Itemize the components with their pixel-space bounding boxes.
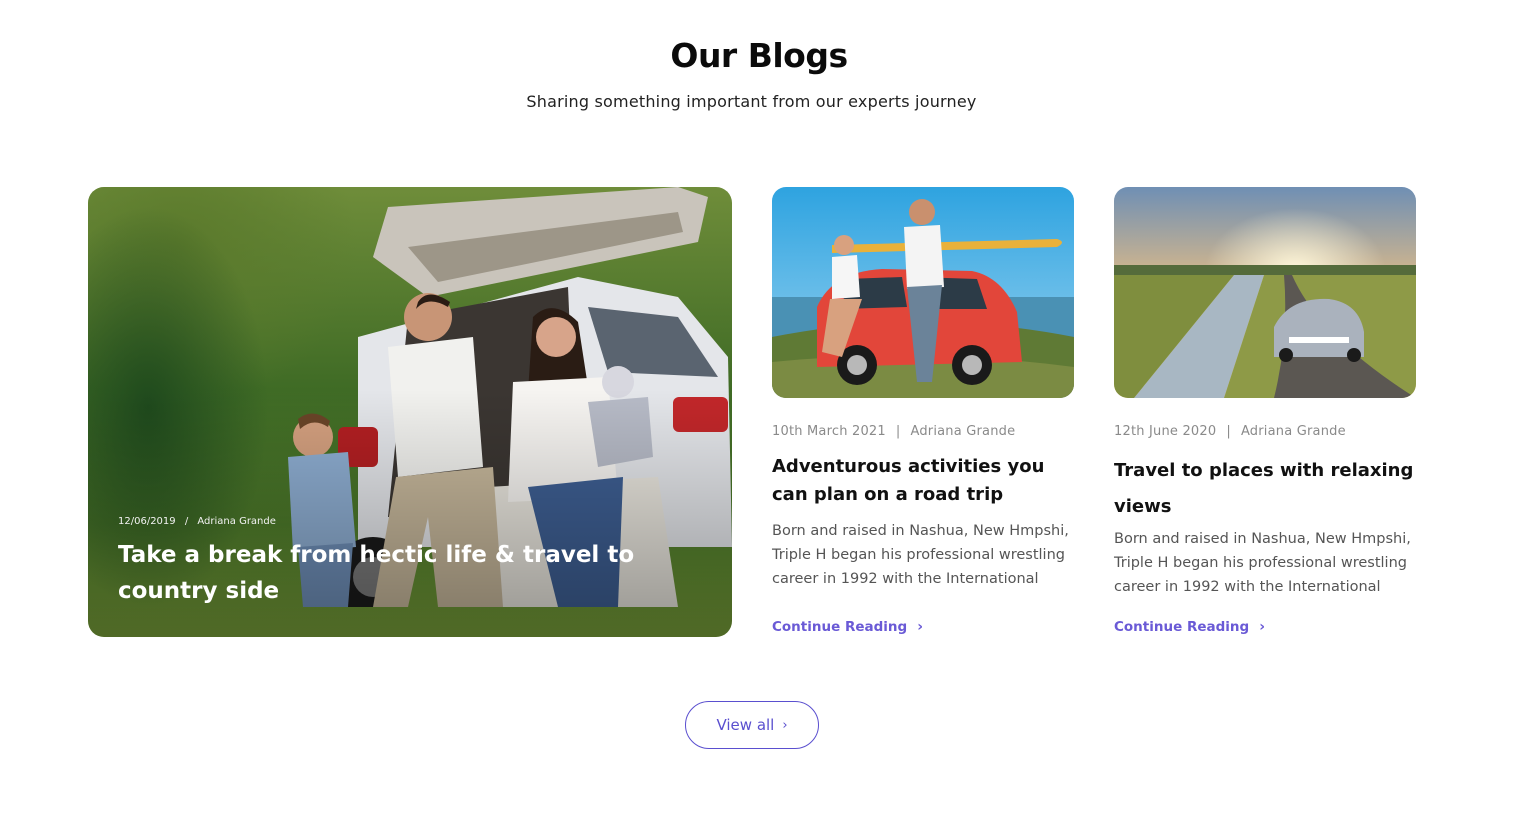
blog-card-title[interactable]: Adventurous activities you can plan on a… bbox=[772, 453, 1074, 509]
blog-section: Our Blogs Sharing something important fr… bbox=[0, 0, 1518, 834]
blog-card-title[interactable]: Travel to places with relaxing views bbox=[1114, 453, 1416, 525]
featured-post-title[interactable]: Take a break from hectic life & travel t… bbox=[118, 537, 658, 609]
blog-card-date: 12th June 2020 bbox=[1114, 424, 1217, 439]
continue-reading-label: Continue Reading bbox=[1114, 619, 1250, 635]
featured-post-date: 12/06/2019 bbox=[118, 516, 176, 527]
blog-card: 12th June 2020 | Adriana Grande Travel to … bbox=[1114, 187, 1416, 635]
blog-card: 10th March 2021 | Adriana Grande Adventuro… bbox=[772, 187, 1074, 635]
blog-card-author[interactable]: Adriana Grande bbox=[910, 424, 1015, 439]
sunset-road-image bbox=[1114, 187, 1416, 398]
meta-separator: | bbox=[895, 424, 901, 439]
blog-card-meta: 10th March 2021 | Adriana Grande bbox=[772, 424, 1074, 439]
chevron-right-icon: › bbox=[1259, 619, 1265, 635]
blog-card-image[interactable] bbox=[772, 187, 1074, 398]
chevron-right-icon: › bbox=[917, 619, 923, 635]
blog-card-date: 10th March 2021 bbox=[772, 424, 886, 439]
featured-post-meta: 12/06/2019 / Adriana Grande bbox=[118, 516, 282, 527]
blog-card-author[interactable]: Adriana Grande bbox=[1241, 424, 1346, 439]
meta-separator: | bbox=[1226, 424, 1231, 439]
featured-post-author[interactable]: Adriana Grande bbox=[197, 516, 276, 527]
featured-post-card[interactable]: 12/06/2019 / Adriana Grande Take a break… bbox=[88, 187, 732, 637]
view-all-button[interactable]: View all › bbox=[685, 701, 819, 749]
blog-card-excerpt: Born and raised in Nashua, New Hmpshi, T… bbox=[1114, 531, 1411, 595]
featured-post-separator: / bbox=[184, 516, 189, 527]
blog-card-excerpt: Born and raised in Nashua, New Hmpshi, T… bbox=[772, 523, 1069, 587]
continue-reading-label: Continue Reading bbox=[772, 619, 908, 635]
view-all-label: View all bbox=[716, 716, 775, 734]
blog-card-image[interactable] bbox=[1114, 187, 1416, 398]
chevron-right-icon: › bbox=[782, 717, 788, 733]
blog-card-meta: 12th June 2020 | Adriana Grande bbox=[1114, 424, 1416, 439]
continue-reading-link[interactable]: Continue Reading › bbox=[772, 619, 923, 635]
road-trip-image bbox=[772, 187, 1074, 398]
continue-reading-link[interactable]: Continue Reading › bbox=[1114, 619, 1265, 635]
section-title: Our Blogs bbox=[670, 36, 848, 75]
section-subtitle: Sharing something important from our exp… bbox=[526, 92, 977, 111]
